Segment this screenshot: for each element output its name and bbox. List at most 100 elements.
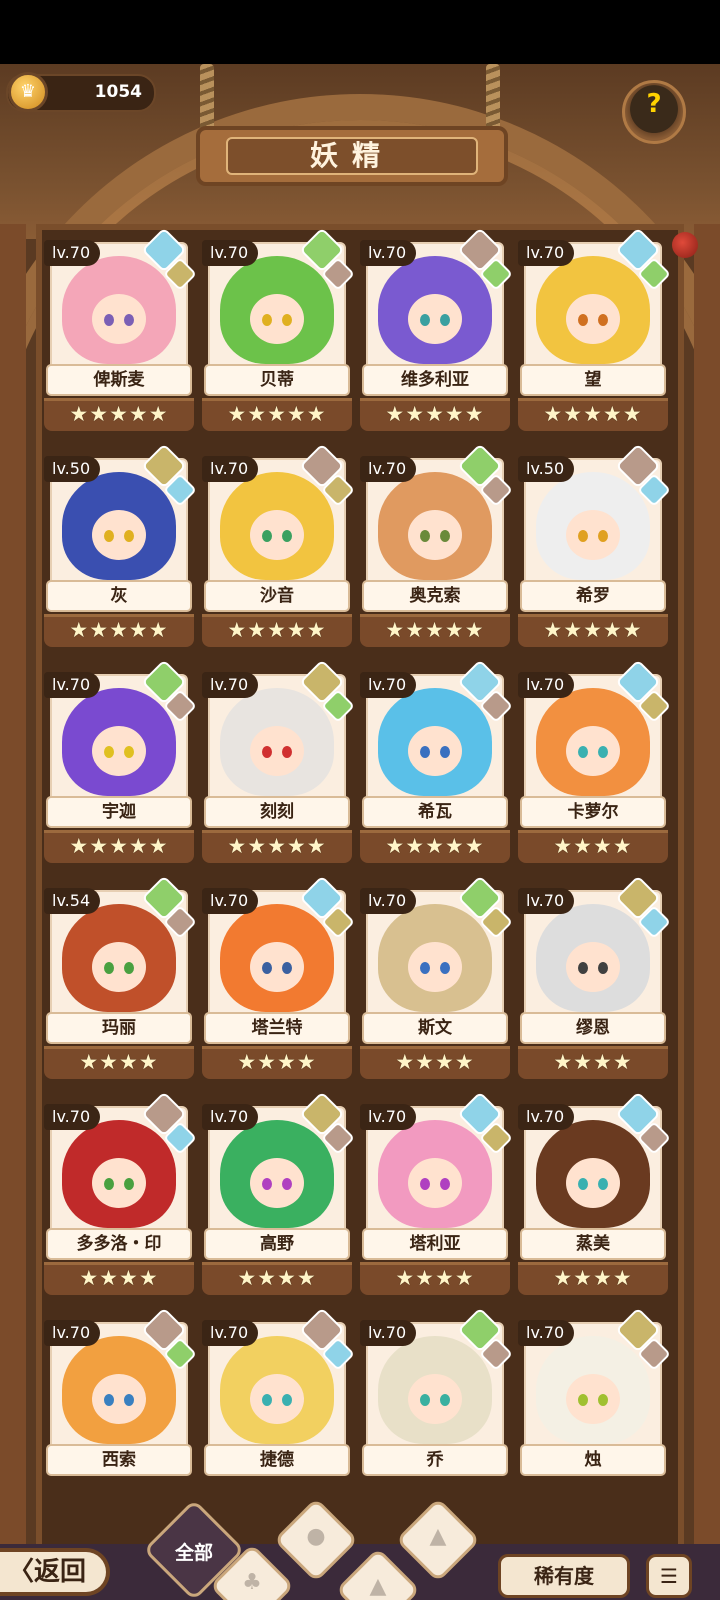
fairy-eye [420,962,430,974]
fairy-portrait [378,472,492,580]
fairy-card[interactable]: lv.70 塔兰特 ★★★★ [202,875,355,1084]
fairy-eye [262,530,272,542]
fairy-eye [440,314,450,326]
fairy-name: 沙音 [204,580,350,612]
fairy-name: 捷德 [204,1444,350,1476]
fairy-face [92,510,146,560]
fairy-eye [282,746,292,758]
fairy-card[interactable]: lv.70 奥克索 ★★★★★ [360,443,513,652]
fairy-portrait [536,904,650,1012]
fairy-eye [440,1394,450,1406]
fairy-portrait [220,904,334,1012]
level-badge: lv.70 [44,240,101,266]
fairy-eye [598,314,608,326]
fairy-eye [440,746,450,758]
fairy-face [408,1374,462,1424]
fairy-eye [420,530,430,542]
fairy-eye [124,530,134,542]
level-badge: lv.70 [518,672,575,698]
fairy-face [566,942,620,992]
star-rating: ★★★★★ [518,614,668,647]
fairy-card[interactable]: lv.70 缪恩 ★★★★ [518,875,671,1084]
star-rating: ★★★★ [360,1262,510,1295]
star-rating: ★★★★★ [202,398,352,431]
star-rating: ★★★★ [202,1262,352,1295]
fairy-eye [578,1394,588,1406]
scroll-indicator-dot[interactable] [672,232,698,258]
star-rating: ★★★★ [518,830,668,863]
fairy-card[interactable]: lv.50 希罗 ★★★★★ [518,443,671,652]
fairy-eye [420,1394,430,1406]
level-badge: lv.70 [202,1104,259,1130]
fairy-portrait [378,256,492,364]
star-rating: ★★★★★ [44,398,194,431]
fairy-eye [104,1394,114,1406]
mountain-icon: ▲ [429,1524,447,1549]
fairy-face [408,510,462,560]
fairy-name: 玛丽 [46,1012,192,1044]
fairy-eye [262,314,272,326]
fairy-name: 塔利亚 [362,1228,508,1260]
fairy-portrait [220,688,334,796]
fairy-card[interactable]: lv.54 玛丽 ★★★★ [44,875,197,1084]
fairy-card[interactable]: lv.70 宇迦 ★★★★★ [44,659,197,868]
fairy-name: 奥克索 [362,580,508,612]
fairy-eye [282,962,292,974]
star-rating: ★★★★★ [44,830,194,863]
rarity-sort-button[interactable]: 稀有度 [498,1554,630,1598]
fairy-name: 乔 [362,1444,508,1476]
fairy-face [408,294,462,344]
fairy-card[interactable]: lv.70 沙音 ★★★★★ [202,443,355,652]
fairy-portrait [378,1336,492,1444]
sort-list-icon[interactable]: ☰ [646,1554,692,1598]
fairy-portrait [62,688,176,796]
title-signboard: 妖精 [196,126,508,186]
fairy-eye [578,314,588,326]
fairy-card[interactable]: lv.70 卡萝尔 ★★★★ [518,659,671,868]
sprout-icon: ♣ [242,1570,262,1595]
fairy-eye [262,962,272,974]
fairy-eye [578,1178,588,1190]
fairy-eye [578,746,588,758]
fairy-portrait [62,904,176,1012]
fairy-card[interactable]: lv.70 多多洛・印 ★★★★ [44,1091,197,1300]
level-badge: lv.54 [44,888,101,914]
fairy-portrait [62,256,176,364]
fairy-eye [420,746,430,758]
question-sprout-icon: ? [646,89,662,119]
fairy-name: 卡萝尔 [520,796,666,828]
fairy-card[interactable]: lv.70 望 ★★★★★ [518,227,671,436]
fairy-name: 斯文 [362,1012,508,1044]
fairy-card[interactable]: lv.70 塔利亚 ★★★★ [360,1091,513,1300]
currency-display: ♛ 1054 [6,72,156,112]
fairy-name: 刻刻 [204,796,350,828]
fairy-eye [104,1178,114,1190]
fairy-card[interactable]: lv.70 维多利亚 ★★★★★ [360,227,513,436]
fairy-card[interactable]: lv.70 高野 ★★★★ [202,1091,355,1300]
fairy-face [566,1374,620,1424]
fairy-card[interactable]: lv.70 俾斯麦 ★★★★★ [44,227,197,436]
help-button[interactable]: ? [622,80,686,144]
fairy-name: 高野 [204,1228,350,1260]
fairy-card[interactable]: lv.70 刻刻 ★★★★★ [202,659,355,868]
fairy-name: 塔兰特 [204,1012,350,1044]
fairy-name: 蒸美 [520,1228,666,1260]
fairy-eye [104,530,114,542]
fairy-portrait [536,1120,650,1228]
fairy-portrait [536,1336,650,1444]
fairy-card[interactable]: lv.50 灰 ★★★★★ [44,443,197,652]
filter-all-label: 全部 [174,1542,213,1564]
fairy-card[interactable]: lv.70 贝蒂 ★★★★★ [202,227,355,436]
fairy-card[interactable]: lv.70 斯文 ★★★★ [360,875,513,1084]
fairy-card[interactable]: lv.70 希瓦 ★★★★★ [360,659,513,868]
fairy-face [250,510,304,560]
fairy-card[interactable]: lv.70 蒸美 ★★★★ [518,1091,671,1300]
level-badge: lv.70 [202,672,259,698]
fairy-name: 多多洛・印 [46,1228,192,1260]
fairy-face [92,294,146,344]
back-button[interactable]: 〈返回 [0,1548,110,1596]
fairy-portrait [62,1120,176,1228]
level-badge: lv.70 [360,888,417,914]
star-rating: ★★★★★ [202,614,352,647]
level-badge: lv.70 [202,1320,259,1346]
